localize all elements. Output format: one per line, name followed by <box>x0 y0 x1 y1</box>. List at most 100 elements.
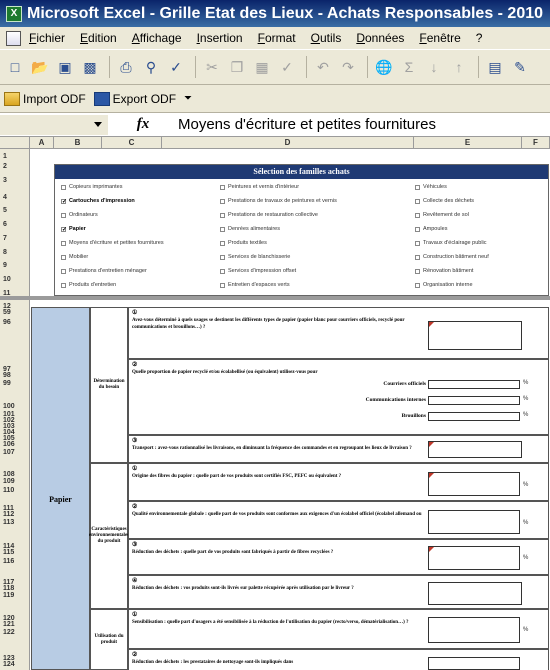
row-header[interactable]: 109 <box>0 478 30 485</box>
family-checkbox-item[interactable]: ✓ Cartouches d'impression <box>61 198 135 205</box>
checkbox-icon[interactable] <box>61 254 66 260</box>
row-header[interactable]: 112 <box>0 511 30 518</box>
row-header[interactable]: 124 <box>0 661 30 668</box>
percent-input[interactable] <box>428 546 520 570</box>
family-checkbox-item[interactable]: Moyens d'écriture et petites fournitures <box>61 240 164 246</box>
format-painter-icon[interactable]: ✓ <box>276 56 298 78</box>
checkbox-icon[interactable] <box>415 198 420 204</box>
answer-box[interactable] <box>428 441 522 458</box>
family-checkbox-item[interactable]: Prestations d'entretien ménager <box>61 268 147 274</box>
menu-edition[interactable]: Edition <box>80 31 117 45</box>
select-all-corner[interactable] <box>0 137 30 149</box>
row-header[interactable]: 5 <box>0 207 30 214</box>
family-checkbox-item[interactable]: Véhicules <box>415 184 447 190</box>
drawing-icon[interactable]: ✎ <box>509 56 531 78</box>
new-icon[interactable]: □ <box>4 56 26 78</box>
row-header[interactable]: 2 <box>0 163 30 170</box>
hyperlink-icon[interactable]: 🌐 <box>373 56 395 78</box>
copy-icon[interactable]: ❐ <box>226 56 248 78</box>
family-checkbox-item[interactable]: Entretien d'espaces verts <box>220 282 290 288</box>
family-checkbox-item[interactable]: Peintures et vernis d'intérieur <box>220 184 299 190</box>
row-header[interactable]: 98 <box>0 372 30 379</box>
family-checkbox-item[interactable]: Copieurs imprimantes <box>61 184 123 190</box>
subcategory-determination[interactable]: Détermination du besoin <box>90 307 128 463</box>
open-icon[interactable]: 📂 <box>29 56 51 78</box>
import-odf-button[interactable]: Import ODF <box>4 91 86 106</box>
menu-fenetre[interactable]: Fenêtre <box>419 31 460 45</box>
menu-help[interactable]: ? <box>476 31 483 45</box>
redo-icon[interactable]: ↷ <box>337 56 359 78</box>
paste-icon[interactable]: ▦ <box>251 56 273 78</box>
family-checkbox-item[interactable]: Travaux d'éclairage public <box>415 240 487 246</box>
checkbox-icon[interactable] <box>415 226 420 232</box>
percent-input[interactable] <box>428 412 520 421</box>
family-checkbox-item[interactable]: Rénovation bâtiment <box>415 268 473 274</box>
family-checkbox-item[interactable]: ✓ Papier <box>61 226 86 233</box>
answer-box[interactable] <box>428 582 522 605</box>
row-header[interactable]: 119 <box>0 592 30 599</box>
row-header[interactable]: 6 <box>0 221 30 228</box>
column-header-b[interactable]: B <box>54 137 102 149</box>
column-header-e[interactable]: E <box>414 137 522 149</box>
checkbox-icon[interactable] <box>220 198 225 204</box>
row-header[interactable]: 99 <box>0 380 30 387</box>
menu-outils[interactable]: Outils <box>311 31 342 45</box>
row-header[interactable]: 59 <box>0 309 30 316</box>
row-header[interactable]: 1 <box>0 153 30 160</box>
column-header-a[interactable]: A <box>30 137 54 149</box>
row-header[interactable]: 116 <box>0 558 30 565</box>
row-header[interactable]: 121 <box>0 621 30 628</box>
family-checkbox-item[interactable]: Services d'impression offset <box>220 268 296 274</box>
checkbox-icon[interactable] <box>220 282 225 288</box>
family-checkbox-item[interactable]: Construction bâtiment neuf <box>415 254 489 260</box>
frozen-pane-divider[interactable] <box>0 296 550 300</box>
row-header[interactable]: 4 <box>0 194 30 201</box>
row-header[interactable]: 3 <box>0 177 30 184</box>
row-header[interactable]: 100 <box>0 403 30 410</box>
row-header[interactable]: 10 <box>0 276 30 283</box>
checkbox-icon[interactable] <box>61 184 66 190</box>
answer-box[interactable] <box>428 321 522 350</box>
chart-icon[interactable]: ▤ <box>484 56 506 78</box>
checkbox-icon[interactable] <box>220 254 225 260</box>
family-checkbox-item[interactable]: Mobilier <box>61 254 88 260</box>
cut-icon[interactable]: ✂ <box>201 56 223 78</box>
family-checkbox-item[interactable]: Produits d'entretien <box>61 282 116 288</box>
family-checkbox-item[interactable]: Services de blanchisserie <box>220 254 290 260</box>
workbook-icon[interactable] <box>6 30 21 46</box>
row-header[interactable]: 108 <box>0 471 30 478</box>
answer-box[interactable] <box>428 657 520 670</box>
checkbox-icon[interactable] <box>415 268 420 274</box>
family-checkbox-item[interactable]: Revêtement de sol <box>415 212 469 218</box>
permission-icon[interactable]: ▩ <box>79 56 101 78</box>
checkbox-icon[interactable] <box>220 268 225 274</box>
column-header-c[interactable]: C <box>102 137 162 149</box>
checkbox-icon[interactable] <box>61 212 66 218</box>
checkbox-icon[interactable] <box>415 240 420 246</box>
menu-donnees[interactable]: Données <box>356 31 404 45</box>
family-checkbox-item[interactable]: Organisation interne <box>415 282 473 288</box>
checkbox-icon[interactable] <box>61 282 66 288</box>
subcategory-utilisation[interactable]: Utilisation du produit <box>90 609 128 670</box>
menu-affichage[interactable]: Affichage <box>132 31 182 45</box>
checkbox-icon[interactable] <box>415 282 420 288</box>
column-header-d[interactable]: D <box>162 137 414 149</box>
formula-input[interactable]: Moyens d'écriture et petites fournitures <box>178 116 436 133</box>
checkbox-icon[interactable] <box>220 226 225 232</box>
row-header[interactable]: 8 <box>0 249 30 256</box>
toolbar-options-chevron-icon[interactable]: ⏷ <box>184 93 192 104</box>
percent-input[interactable] <box>428 396 520 405</box>
checkbox-icon[interactable] <box>415 212 420 218</box>
save-icon[interactable]: ▣ <box>54 56 76 78</box>
checkbox-icon[interactable] <box>415 254 420 260</box>
row-header[interactable]: 122 <box>0 629 30 636</box>
sort-ascending-icon[interactable]: ↓ <box>423 56 445 78</box>
menu-fichier[interactable]: Fichier <box>29 31 65 45</box>
checkbox-icon[interactable] <box>220 184 225 190</box>
row-header[interactable]: 113 <box>0 519 30 526</box>
sort-descending-icon[interactable]: ↑ <box>448 56 470 78</box>
worksheet-grid[interactable]: A B C D E F 1 2 3 4 5 6 7 8 9 10 11 12 5… <box>0 137 550 670</box>
family-checkbox-item[interactable]: Ampoules <box>415 226 447 232</box>
menu-format[interactable]: Format <box>258 31 296 45</box>
checkbox-icon[interactable] <box>61 240 66 246</box>
